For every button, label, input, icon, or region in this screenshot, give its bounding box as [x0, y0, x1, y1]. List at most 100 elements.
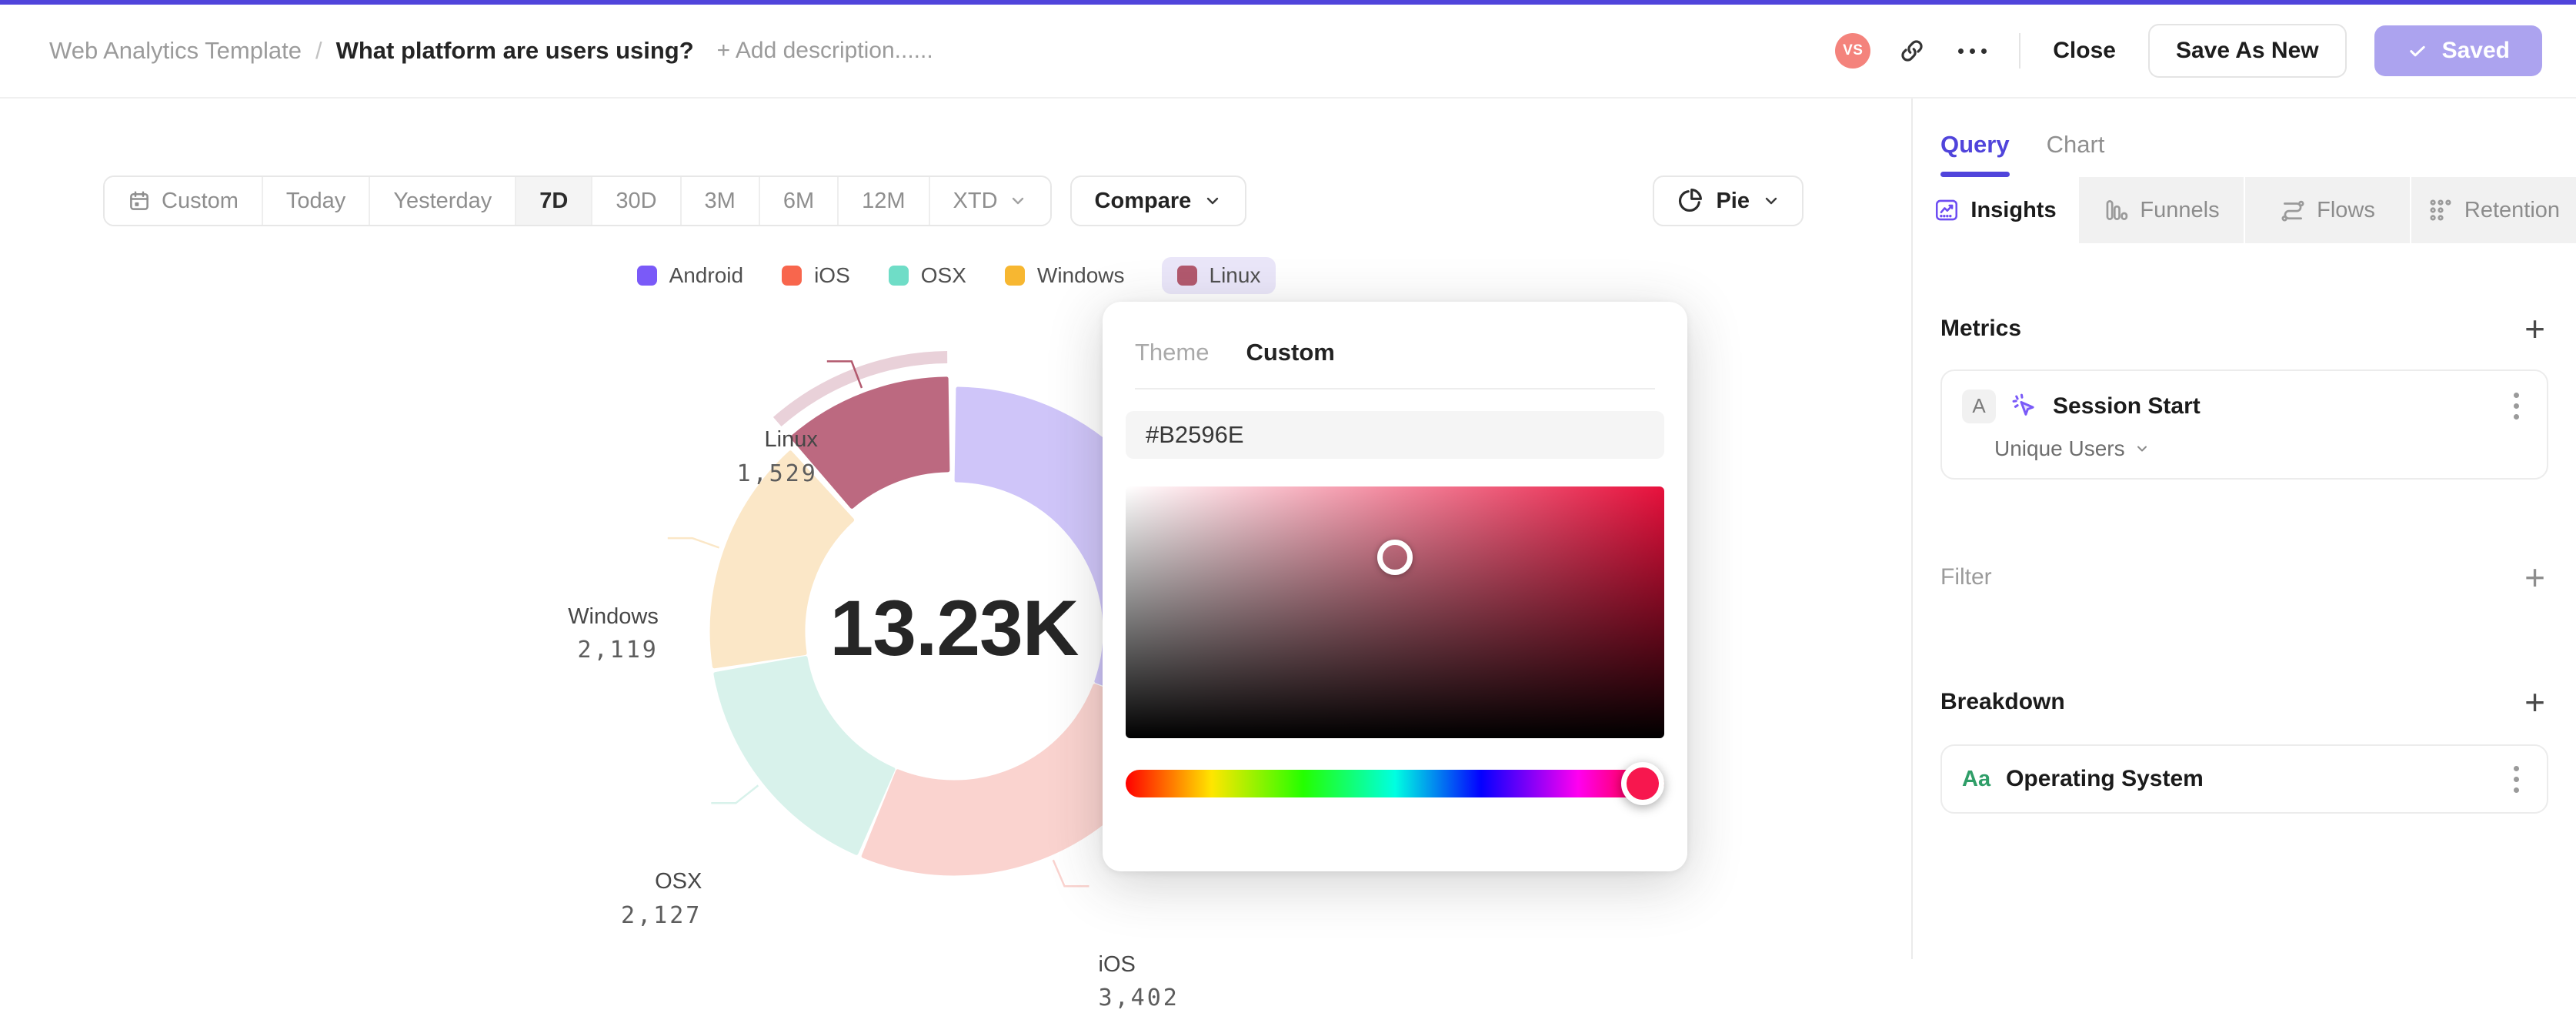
legend-label: Windows — [1036, 263, 1125, 287]
more-actions-button[interactable] — [1954, 44, 1991, 59]
view-tab-label: Funnels — [2140, 197, 2220, 222]
funnels-icon — [2107, 200, 2128, 220]
label-leader-line — [711, 784, 759, 804]
saturation-area[interactable] — [1126, 486, 1664, 738]
range-6m[interactable]: 6M — [758, 177, 838, 225]
tab-chart[interactable]: Chart — [2047, 128, 2105, 177]
range-yesterday[interactable]: Yesterday — [369, 177, 516, 225]
legend-color-chip — [782, 266, 802, 286]
chart-type-label: Pie — [1716, 188, 1750, 213]
range-today[interactable]: Today — [261, 177, 369, 225]
range-label: Yesterday — [393, 188, 492, 213]
legend-label: Linux — [1209, 263, 1261, 287]
view-tab-retention[interactable]: Retention — [2410, 177, 2576, 243]
breakdown-section-header: Breakdown + — [1940, 684, 2548, 720]
hue-slider[interactable] — [1126, 762, 1664, 805]
legend-item-ios[interactable]: iOS — [780, 257, 852, 294]
measure-label: Unique Users — [1994, 436, 2125, 460]
view-tabs: Insights Funnels Flows Retention — [1913, 177, 2576, 243]
legend-label: OSX — [920, 263, 966, 287]
tab-theme[interactable]: Theme — [1135, 336, 1209, 369]
slice-label-windows: Windows 2,119 — [568, 603, 659, 665]
legend-item-osx[interactable]: OSX — [887, 257, 968, 294]
saturation-handle[interactable] — [1377, 539, 1413, 575]
legend-item-windows[interactable]: Windows — [1003, 257, 1126, 294]
page-title[interactable]: What platform are users using? — [336, 37, 694, 65]
share-link-button[interactable] — [1898, 37, 1926, 65]
ellipsis-icon — [1954, 44, 1991, 59]
color-picker-popup: Theme Custom #B2596E — [1103, 302, 1687, 871]
add-metric-button[interactable]: + — [2521, 311, 2548, 346]
color-picker-tabs: Theme Custom — [1103, 302, 1687, 369]
range-label: 7D — [539, 188, 569, 213]
metric-card[interactable]: A Session Start Unique Users — [1940, 369, 2548, 480]
add-breakdown-button[interactable]: + — [2521, 684, 2548, 720]
flows-icon — [2281, 200, 2304, 222]
measure-dropdown[interactable]: Unique Users — [1994, 436, 2527, 461]
breadcrumb: Web Analytics Template / What platform a… — [49, 37, 933, 65]
legend-color-chip — [1176, 266, 1197, 286]
hex-color-input[interactable]: #B2596E — [1126, 411, 1664, 459]
range-label: 12M — [862, 188, 906, 213]
donut-center-total: 13.23K — [829, 584, 1079, 672]
range-xtd[interactable]: XTD — [928, 177, 1050, 225]
add-description-button[interactable]: + Add description...... — [717, 38, 933, 64]
label-leader-line — [1052, 859, 1089, 888]
label-leader-line — [667, 537, 720, 549]
range-3m[interactable]: 3M — [679, 177, 759, 225]
range-custom[interactable]: Custom — [105, 177, 262, 225]
header: Web Analytics Template / What platform a… — [0, 5, 2576, 99]
breakdown-card[interactable]: Aa Operating System — [1940, 744, 2548, 814]
filter-section-header: Filter + — [1940, 560, 2548, 595]
insights-icon — [1936, 199, 1958, 221]
event-sparkle-icon — [2012, 393, 2034, 416]
query-sidebar: Query Chart Insights Funnels Flows Retentio… — [1911, 99, 2576, 959]
saved-label: Saved — [2441, 38, 2510, 63]
legend-item-linux[interactable]: Linux — [1161, 257, 1276, 294]
slice-osx[interactable] — [713, 656, 896, 855]
view-tab-insights[interactable]: Insights — [1913, 177, 2077, 243]
legend-color-chip — [636, 266, 657, 286]
view-tab-flows[interactable]: Flows — [2244, 177, 2410, 243]
kebab-menu-icon[interactable] — [2506, 761, 2527, 797]
compare-button[interactable]: Compare — [1069, 176, 1247, 226]
sidebar-tabs: Query Chart — [1913, 99, 2576, 177]
kebab-menu-icon[interactable] — [2506, 388, 2527, 424]
chevron-down-icon — [1207, 197, 1219, 205]
slice-label-value: 1,529 — [736, 460, 818, 487]
view-tab-funnels[interactable]: Funnels — [2077, 177, 2244, 243]
range-label: Custom — [162, 188, 239, 213]
chart-toolbar: Custom Today Yesterday 7D 30D 3M 6M 12M XTD Comp… — [103, 176, 1804, 226]
retention-icon — [2430, 199, 2451, 221]
range-12m[interactable]: 12M — [837, 177, 929, 225]
range-7d[interactable]: 7D — [515, 177, 592, 225]
string-property-icon: Aa — [1962, 766, 1991, 791]
legend-item-android[interactable]: Android — [636, 257, 746, 294]
range-30d[interactable]: 30D — [591, 177, 680, 225]
hue-handle[interactable] — [1621, 762, 1664, 805]
header-divider — [2019, 33, 2021, 69]
tab-custom[interactable]: Custom — [1246, 336, 1334, 369]
chart-type-select[interactable]: Pie — [1653, 176, 1804, 226]
view-tab-label: Insights — [1970, 197, 2057, 222]
breadcrumb-parent[interactable]: Web Analytics Template — [49, 37, 302, 65]
avatar[interactable]: VS — [1835, 33, 1871, 69]
slice-label-value: 2,127 — [621, 901, 702, 929]
range-label: 30D — [616, 188, 657, 213]
metrics-heading: Metrics — [1940, 316, 2022, 341]
calendar-icon — [130, 191, 148, 210]
breadcrumb-separator: / — [315, 37, 322, 64]
chart-legend: Android iOS OSX Windows Linux — [0, 257, 1911, 294]
tab-query[interactable]: Query — [1940, 128, 2010, 177]
pie-chart-icon — [1679, 189, 1703, 212]
link-icon — [1901, 40, 1923, 62]
close-button[interactable]: Close — [2048, 30, 2121, 72]
saved-button[interactable]: Saved — [2374, 25, 2542, 76]
range-label: XTD — [953, 188, 998, 213]
slice-label-name: Windows — [568, 604, 659, 630]
metric-title: Session Start — [2053, 393, 2201, 419]
save-as-new-button[interactable]: Save As New — [2147, 24, 2347, 78]
add-filter-button[interactable]: + — [2521, 560, 2548, 595]
filter-heading: Filter — [1940, 564, 1992, 590]
view-tab-label: Flows — [2317, 197, 2375, 222]
